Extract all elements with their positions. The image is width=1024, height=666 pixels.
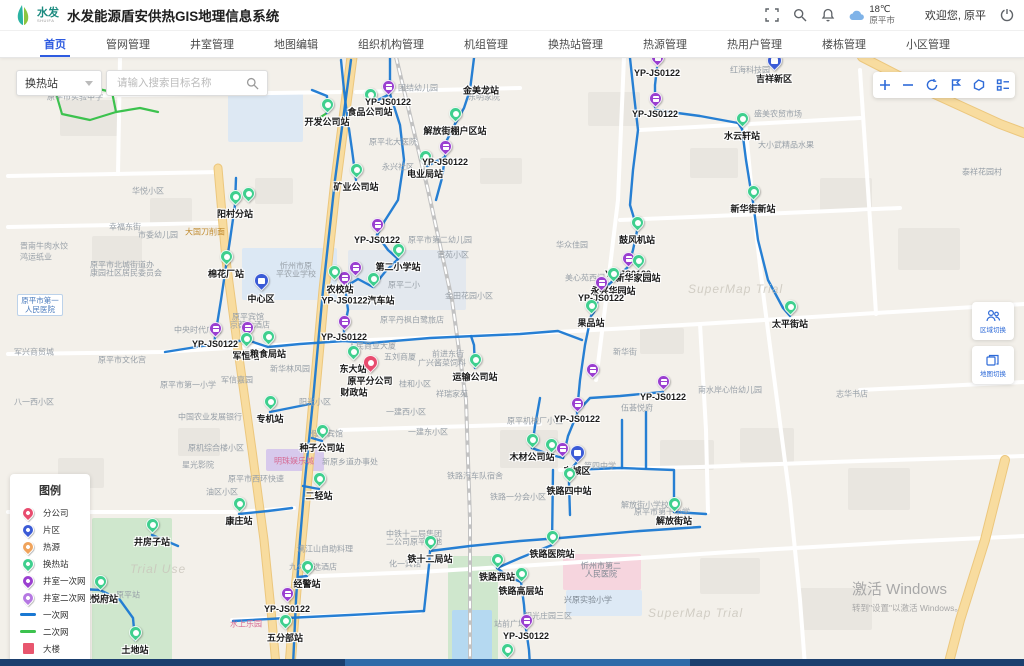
legend-item: 一次网: [20, 606, 90, 623]
legend-swatch-square: [23, 643, 34, 654]
tab-10[interactable]: 楼栋管理: [802, 31, 886, 57]
tab-7[interactable]: 换热站管理: [528, 31, 623, 57]
legend-swatch-pin: [20, 504, 37, 521]
legend-label: 井室二次网: [43, 592, 86, 604]
weather-widget: 18℃ 原平市: [849, 5, 895, 25]
nav-tabs: 首页管网管理井室管理地图编辑组织机构管理机组管理换热站管理热源管理热用户管理楼栋…: [0, 30, 1024, 58]
map-search-bar: 换热站: [16, 70, 268, 96]
tab-6[interactable]: 机组管理: [444, 31, 528, 57]
bottom-bar: [0, 659, 1024, 666]
map-switch-label: 地图切换: [980, 368, 1006, 378]
draw-area-button[interactable]: [970, 76, 988, 94]
zoom-out-button[interactable]: [899, 76, 917, 94]
legend-swatch-line: [20, 613, 36, 616]
logo-icon: [14, 4, 32, 26]
fullscreen-icon[interactable]: [765, 8, 779, 22]
legend-swatch-pin: [20, 538, 37, 555]
legend-swatch-pin: [20, 555, 37, 572]
weather-cloud-icon: [849, 9, 865, 21]
tab-3[interactable]: 井室管理: [170, 31, 254, 57]
search-input-icon[interactable]: [246, 77, 259, 90]
notification-bell-icon[interactable]: [821, 8, 835, 22]
app-window: 水发 SHUIFA 水发能源盾安供热GIS地理信息系统 18℃ 原平市: [0, 0, 1024, 666]
region-switch-label: 区域切换: [980, 324, 1006, 334]
legend-item: 井室一次网: [20, 572, 90, 589]
tab-5[interactable]: 组织机构管理: [338, 31, 444, 57]
legend-item: 井室二次网: [20, 589, 90, 606]
page-title: 水发能源盾安供热GIS地理信息系统: [67, 5, 279, 25]
legend-label: 大楼: [43, 643, 60, 655]
legend-swatch-line: [20, 630, 36, 633]
layer-list-button[interactable]: [994, 76, 1012, 94]
map-switch-button[interactable]: 地图切换: [972, 346, 1014, 384]
legend-swatch-pin: [20, 572, 37, 589]
legend-item: 换热站: [20, 555, 90, 572]
weather-city: 原平市: [869, 16, 895, 25]
tab-11[interactable]: 小区管理: [886, 31, 970, 57]
region-switch-button[interactable]: 区域切换: [972, 302, 1014, 340]
legend-item: 大楼: [20, 640, 90, 657]
logo-text-en: SHUIFA: [37, 19, 59, 23]
legend-label: 一次网: [43, 609, 69, 621]
chevron-down-icon: [85, 81, 93, 86]
tab-9[interactable]: 热用户管理: [707, 31, 802, 57]
map-vector-layer: [0, 58, 1024, 666]
map-controls-bar: [873, 72, 1015, 98]
legend-label: 热源: [43, 541, 60, 553]
legend-label: 井室一次网: [43, 575, 86, 587]
search-input[interactable]: [115, 76, 246, 90]
tab-1[interactable]: 首页: [24, 31, 86, 57]
legend-label: 二次网: [43, 626, 69, 638]
tab-2[interactable]: 管网管理: [86, 31, 170, 57]
legend-swatch-pin: [20, 521, 37, 538]
tab-8[interactable]: 热源管理: [623, 31, 707, 57]
legend-panel: 图例 分公司片区热源换热站井室一次网井室二次网一次网二次网大楼: [10, 474, 90, 663]
search-icon[interactable]: [793, 8, 807, 22]
legend-label: 片区: [43, 524, 60, 536]
search-category-value: 换热站: [25, 75, 58, 91]
welcome-text: 欢迎您, 原平: [925, 7, 986, 23]
layers-icon: [985, 353, 1001, 367]
header-bar: 水发 SHUIFA 水发能源盾安供热GIS地理信息系统 18℃ 原平市: [0, 0, 1024, 30]
legend-item: 分公司: [20, 504, 90, 521]
zoom-in-button[interactable]: [876, 76, 894, 94]
legend-title: 图例: [20, 482, 80, 498]
legend-item: 片区: [20, 521, 90, 538]
legend-label: 分公司: [43, 507, 69, 519]
legend-label: 换热站: [43, 558, 69, 570]
weather-temp: 18℃: [869, 5, 895, 15]
logo-text-cn: 水发: [37, 8, 59, 19]
legend-swatch-pin: [20, 589, 37, 606]
search-box: [106, 70, 268, 96]
measure-button[interactable]: [947, 76, 965, 94]
people-icon: [985, 309, 1001, 323]
logout-icon[interactable]: [1000, 8, 1014, 22]
legend-item: 二次网: [20, 623, 90, 640]
tab-4[interactable]: 地图编辑: [254, 31, 338, 57]
search-category-select[interactable]: 换热站: [16, 70, 102, 96]
logo: 水发 SHUIFA: [14, 4, 59, 26]
legend-item: 热源: [20, 538, 90, 555]
reset-view-button[interactable]: [923, 76, 941, 94]
